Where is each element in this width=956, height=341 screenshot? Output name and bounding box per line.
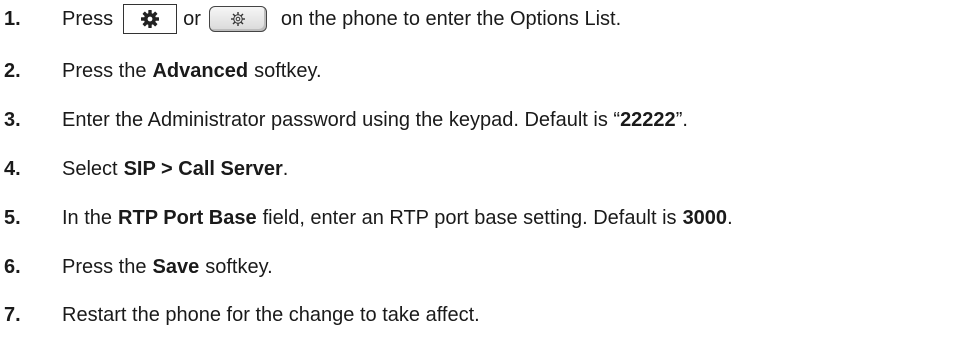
step-text: Restart the phone for the change to take…: [62, 303, 480, 326]
step-6: 6. Press the Save softkey.: [0, 252, 273, 282]
gear-icon: [141, 10, 160, 28]
step-7: 7. Restart the phone for the change to t…: [0, 300, 480, 330]
step-5: 5. In the RTP Port Base field, enter an RT…: [0, 203, 733, 233]
step-number: 5.: [4, 206, 21, 229]
step-3: 3. Enter the Administrator password usin…: [0, 105, 688, 135]
step-number: 2.: [4, 59, 21, 82]
step-text: Press or on the phone to enter the Optio…: [62, 4, 621, 34]
step-number: 1.: [4, 7, 21, 30]
settings-gear-icon: [230, 12, 245, 26]
step-number: 3.: [4, 108, 21, 131]
step-number: 4.: [4, 157, 21, 180]
options-key[interactable]: [123, 4, 178, 34]
settings-key[interactable]: [208, 6, 267, 32]
step-1: 1. Press or on the phone to enter the Op…: [0, 4, 621, 34]
step-2: 2. Press the Advanced softkey.: [0, 56, 322, 86]
step-text: Press the Advanced softkey.: [62, 59, 322, 82]
step-text: Select SIP > Call Server.: [62, 157, 289, 180]
step-number: 7.: [4, 303, 21, 326]
step-text: Press the Save softkey.: [62, 255, 273, 278]
step-number: 6.: [4, 255, 21, 278]
step-4: 4. Select SIP > Call Server.: [0, 154, 288, 184]
step-text: Enter the Administrator password using t…: [62, 108, 688, 131]
instruction-steps: 1. Press or on the phone to enter the Op…: [0, 0, 956, 341]
step-text: In the RTP Port Base field, enter an RTP p…: [62, 206, 733, 229]
